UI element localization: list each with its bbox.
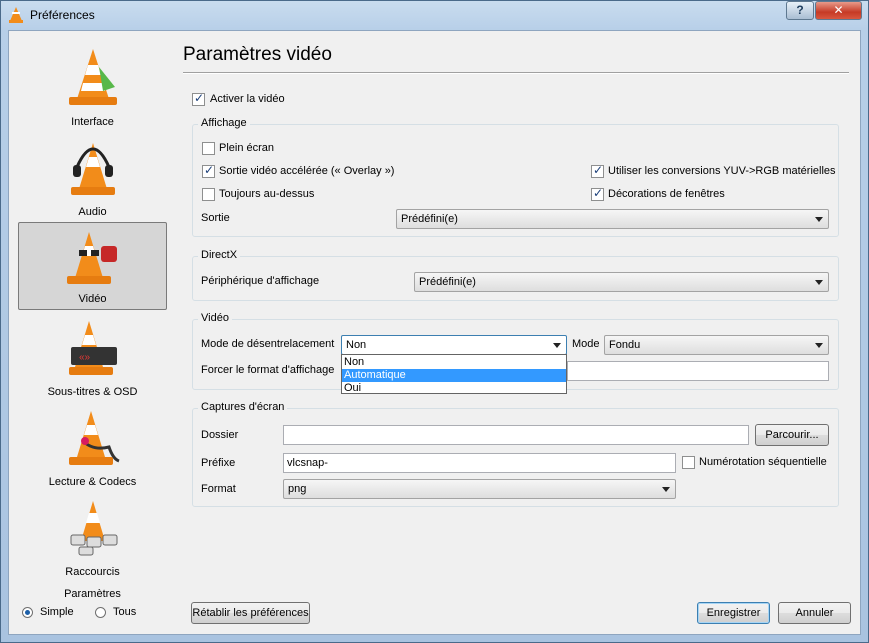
force-aspect-label: Forcer le format d'affichage [201, 364, 335, 376]
sidebar-item-video[interactable]: Vidéo [18, 222, 167, 310]
yuv-label: Utiliser les conversions YUV->RGB matéri… [608, 165, 836, 177]
chevron-down-icon [815, 343, 823, 348]
chevron-down-icon [553, 343, 561, 348]
yuv-checkbox[interactable] [591, 163, 604, 178]
sidebar-item-audio[interactable]: Audio [18, 134, 167, 222]
chevron-down-icon [815, 280, 823, 285]
output-value: Prédéfini(e) [401, 213, 458, 225]
device-select[interactable]: Prédéfini(e) [414, 272, 829, 292]
on-top-checkbox[interactable] [202, 188, 215, 201]
subtitles-icon: «» [68, 321, 117, 375]
cancel-button[interactable]: Annuler [778, 602, 851, 624]
decorations-label: Décorations de fenêtres [608, 188, 725, 200]
output-label: Sortie [201, 212, 230, 224]
dropdown-option-oui[interactable]: Oui [342, 382, 566, 395]
decorations-checkbox[interactable] [591, 186, 604, 201]
output-select[interactable]: Prédéfini(e) [396, 209, 829, 229]
deinterlace-value: Non [346, 339, 367, 351]
simple-label: Simple [40, 606, 74, 618]
force-aspect-input[interactable] [567, 361, 829, 381]
deinterlace-select[interactable]: Non [341, 335, 567, 355]
sequential-label: Numérotation séquentielle [699, 456, 827, 468]
folder-input[interactable] [283, 425, 749, 445]
video-icon [66, 232, 117, 284]
sequential-checkbox[interactable] [682, 456, 695, 469]
reset-preferences-button[interactable]: Rétablir les préférences [191, 602, 310, 624]
chevron-down-icon [662, 487, 670, 492]
enable-video-checkbox[interactable] [192, 91, 205, 106]
mode-select[interactable]: Fondu [604, 335, 829, 355]
chevron-down-icon [815, 217, 823, 222]
params-title: Paramètres [64, 588, 121, 600]
dropdown-option-automatique[interactable]: Automatique [342, 369, 566, 382]
sidebar-item-codecs[interactable]: Lecture & Codecs [18, 404, 167, 492]
page-title: Paramètres vidéo [183, 44, 332, 65]
window-title: Préférences [30, 8, 95, 22]
simple-radio[interactable] [22, 607, 33, 618]
sidebar-item-label: Vidéo [78, 293, 107, 305]
sidebar-item-interface[interactable]: Interface [18, 44, 167, 132]
mode-value: Fondu [609, 339, 641, 351]
svg-text:«»: «» [79, 352, 91, 363]
directx-legend: DirectX [198, 249, 241, 261]
on-top-label: Toujours au-dessus [219, 188, 315, 200]
device-label: Périphérique d'affichage [201, 275, 320, 287]
all-label: Tous [113, 606, 137, 618]
fullscreen-label: Plein écran [219, 142, 275, 154]
audio-icon [70, 143, 115, 195]
title-divider [183, 72, 849, 74]
sidebar-item-hotkeys[interactable]: Raccourcis [18, 494, 167, 582]
format-value: png [288, 483, 307, 495]
deinterlace-dropdown-list: Non Automatique Oui [341, 354, 567, 394]
video-legend: Vidéo [198, 312, 232, 324]
sidebar-item-label: Audio [78, 206, 107, 218]
title-bar[interactable]: Préférences ? ✕ [0, 0, 869, 30]
overlay-label: Sortie vidéo accélérée (« Overlay ») [219, 165, 395, 177]
enable-video-label: Activer la vidéo [210, 93, 285, 105]
codecs-icon [68, 411, 120, 465]
deinterlace-label: Mode de désentrelacement [201, 338, 335, 350]
format-label: Format [201, 483, 236, 495]
sidebar-item-label: Sous-titres & OSD [47, 386, 138, 398]
browse-button[interactable]: Parcourir... [755, 424, 829, 446]
mode-label: Mode [572, 338, 600, 350]
help-button[interactable]: ? [786, 1, 814, 20]
hotkeys-icon [70, 501, 117, 556]
save-button[interactable]: Enregistrer [697, 602, 770, 624]
dropdown-option-non[interactable]: Non [342, 356, 566, 369]
vlc-app-icon [9, 7, 23, 23]
sidebar-item-label: Interface [71, 116, 114, 128]
format-select[interactable]: png [283, 479, 676, 499]
prefix-label: Préfixe [201, 457, 236, 469]
fullscreen-checkbox[interactable] [202, 142, 215, 155]
display-legend: Affichage [198, 117, 250, 129]
sidebar-item-subtitles[interactable]: «» Sous-titres & OSD [18, 314, 167, 402]
interface-icon [68, 49, 117, 105]
device-value: Prédéfini(e) [419, 276, 476, 288]
close-button[interactable]: ✕ [815, 1, 862, 20]
snapshots-legend: Captures d'écran [198, 401, 288, 413]
sidebar-item-label: Lecture & Codecs [48, 476, 137, 488]
overlay-checkbox[interactable] [202, 163, 215, 178]
all-radio[interactable] [95, 607, 106, 618]
folder-label: Dossier [201, 429, 239, 441]
sidebar-item-label: Raccourcis [65, 566, 120, 578]
prefix-input[interactable]: vlcsnap- [283, 453, 676, 473]
